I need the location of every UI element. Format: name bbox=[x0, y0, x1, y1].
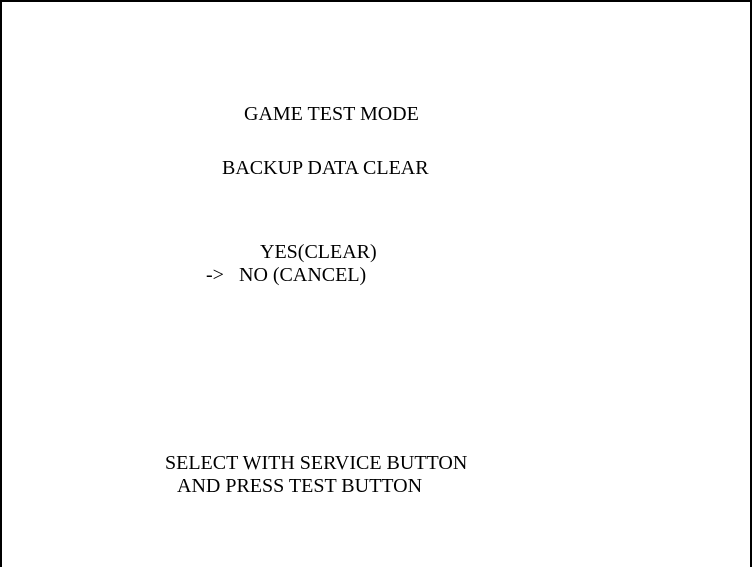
instruction-line-select: SELECT WITH SERVICE BUTTON bbox=[165, 452, 468, 474]
menu-subtitle: BACKUP DATA CLEAR bbox=[222, 157, 429, 179]
page-title: GAME TEST MODE bbox=[244, 103, 419, 125]
selection-cursor-arrow: -> bbox=[206, 264, 224, 286]
test-mode-screen: GAME TEST MODE BACKUP DATA CLEAR YES(CLE… bbox=[0, 0, 752, 567]
instruction-line-press: AND PRESS TEST BUTTON bbox=[177, 475, 423, 497]
option-yes-clear[interactable]: YES(CLEAR) bbox=[260, 241, 377, 263]
option-no-cancel[interactable]: NO (CANCEL) bbox=[239, 264, 366, 286]
